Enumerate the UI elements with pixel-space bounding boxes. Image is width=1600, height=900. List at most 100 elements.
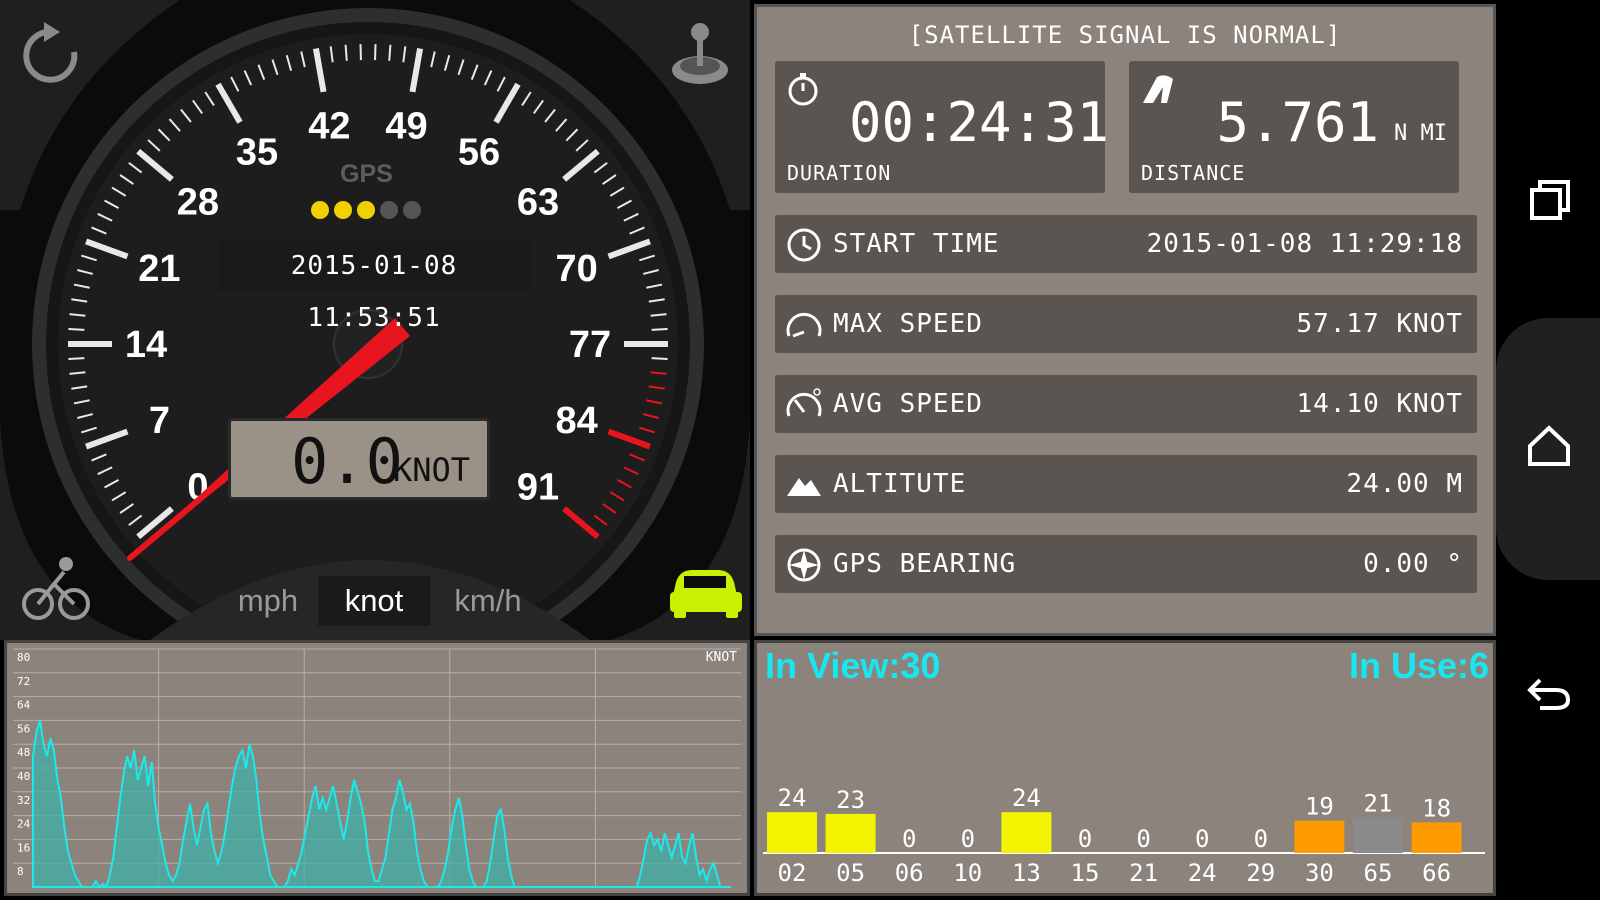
sat-snr-label: 21 <box>1364 789 1393 817</box>
speed-unit: KNOT <box>393 451 471 489</box>
avg-speed-row: AVG SPEED 14.10 KNOT <box>775 375 1477 433</box>
gauge-label: 42 <box>308 105 350 147</box>
gauge-label: 91 <box>517 467 559 509</box>
satellite-status: [SATELLITE SIGNAL IS NORMAL] <box>908 21 1342 49</box>
gps-bearing-row: GPS BEARING 0.00 ° <box>775 535 1477 593</box>
gauge-label: 77 <box>569 324 611 366</box>
altitude-row: ALTITUTE 24.00 M <box>775 455 1477 513</box>
sat-prn-label: 21 <box>1129 859 1158 887</box>
sat-snr-bar <box>1353 817 1403 853</box>
gauge-label: 63 <box>517 181 559 223</box>
sat-snr-bar <box>1294 820 1345 853</box>
trip-info-panel: [SATELLITE SIGNAL IS NORMAL] 00:24:31 DU… <box>754 4 1496 636</box>
gauge-label: 70 <box>555 248 597 290</box>
sat-snr-label: 23 <box>836 786 865 814</box>
gauge-label: 28 <box>177 181 219 223</box>
max-speed-row: MAX SPEED 57.17 KNOT <box>775 295 1477 353</box>
sat-prn-label: 29 <box>1246 859 1275 887</box>
android-nav-bar <box>1496 0 1600 900</box>
gps-signal-dot <box>403 201 421 219</box>
sat-snr-label: 0 <box>1195 825 1209 853</box>
satellite-snr-bars: 24 02 23 05 0 06 0 10 24 13 0 15 0 21 0 24 0 29 19 30 21 65 18… <box>763 784 1485 887</box>
distance-label: DISTANCE <box>1141 161 1246 185</box>
sat-prn-label: 10 <box>953 859 982 887</box>
chart-ytick-label: 16 <box>17 841 30 854</box>
sat-snr-label: 0 <box>961 825 975 853</box>
gauge-minor-tick <box>651 357 668 360</box>
duration-value: 00:24:31 <box>849 91 1110 154</box>
gauge-label: 7 <box>149 400 170 442</box>
sat-prn-label: 65 <box>1364 859 1393 887</box>
sat-prn-label: 30 <box>1305 859 1334 887</box>
speed-area-series <box>32 720 731 889</box>
gauge-label: 14 <box>125 324 167 366</box>
sat-prn-label: 13 <box>1012 859 1041 887</box>
gps-signal-dot <box>357 201 375 219</box>
distance-box: 5.761 N MI DISTANCE <box>1129 61 1459 193</box>
max-speed-gauge-icon <box>786 313 822 338</box>
chart-ytick-label: 64 <box>17 699 31 712</box>
start-time-row: START TIME 2015-01-08 11:29:18 <box>775 215 1477 273</box>
chart-ytick-label: 72 <box>17 675 30 688</box>
gps-bearing-label: GPS BEARING <box>833 549 1017 579</box>
sat-snr-bar <box>767 812 817 853</box>
unit-tab-kmh[interactable]: km/h <box>432 576 544 626</box>
chart-ytick-label: 48 <box>17 746 30 759</box>
avg-speed-value: 14.10 KNOT <box>1296 389 1463 419</box>
chart-ytick-label: 80 <box>17 651 30 664</box>
gauge-minor-tick <box>68 328 85 331</box>
sat-snr-label: 24 <box>778 784 807 812</box>
back-icon[interactable] <box>1526 672 1572 712</box>
gauge-label: 21 <box>138 248 180 290</box>
sat-prn-label: 02 <box>778 859 807 887</box>
recent-apps-icon[interactable] <box>1528 178 1572 222</box>
duration-label: DURATION <box>787 161 892 185</box>
satellite-panel: In View:30 In Use:6 24 02 23 05 0 06 0 10 24 13 0 1… <box>754 640 1496 896</box>
car-icon[interactable] <box>670 570 742 618</box>
start-time-value: 2015-01-08 11:29:18 <box>1146 229 1463 259</box>
sat-snr-label: 0 <box>1078 825 1092 853</box>
chart-unit-label: KNOT <box>706 650 737 665</box>
gps-bearing-value: 0.00 ° <box>1363 549 1463 579</box>
max-speed-label: MAX SPEED <box>833 309 983 339</box>
distance-unit: N MI <box>1394 121 1447 146</box>
distance-value: 5.761 <box>1216 91 1379 154</box>
avg-speed-gauge-icon <box>786 388 822 417</box>
chart-ytick-label: 24 <box>17 818 31 831</box>
unit-tab-knot[interactable]: knot <box>318 576 430 626</box>
clock-icon <box>787 228 821 262</box>
gauge-label: 49 <box>385 105 427 147</box>
compass-icon <box>787 548 821 582</box>
home-icon[interactable] <box>1526 424 1572 468</box>
sat-prn-label: 66 <box>1422 859 1451 887</box>
road-icon <box>1143 75 1173 103</box>
chart-ytick-label: 56 <box>17 722 30 735</box>
gps-signal-dot <box>380 201 398 219</box>
sat-snr-bar <box>825 813 876 853</box>
duration-box: 00:24:31 DURATION <box>775 61 1109 193</box>
unit-tab-mph[interactable]: mph <box>212 576 324 626</box>
gauge-label: 84 <box>555 400 597 442</box>
gps-label: GPS <box>340 160 393 188</box>
sat-prn-label: 24 <box>1188 859 1217 887</box>
start-time-label: START TIME <box>833 229 1000 259</box>
sat-snr-bar <box>1411 822 1462 853</box>
sat-prn-label: 15 <box>1071 859 1100 887</box>
sat-snr-label: 19 <box>1305 793 1334 821</box>
sat-snr-label: 18 <box>1422 794 1451 822</box>
speedometer-panel: 07142128354249566370778491 <box>0 0 750 640</box>
avg-speed-label: AVG SPEED <box>833 389 983 419</box>
sat-snr-bar <box>1001 812 1052 853</box>
speed-value: 0.0 <box>291 425 403 498</box>
chart-ytick-label: 8 <box>17 865 24 878</box>
sat-snr-label: 0 <box>1136 825 1150 853</box>
sat-snr-label: 0 <box>902 825 916 853</box>
sat-snr-label: 24 <box>1012 784 1041 812</box>
altitude-value: 24.00 M <box>1346 469 1463 499</box>
stopwatch-icon <box>788 73 818 106</box>
gauge-label: 35 <box>236 132 278 174</box>
sat-prn-label: 05 <box>836 859 865 887</box>
gauge-minor-tick <box>68 357 85 360</box>
gps-signal-dot <box>311 201 329 219</box>
gps-datetime: 2015-01-08 11:53:51 <box>218 240 530 333</box>
